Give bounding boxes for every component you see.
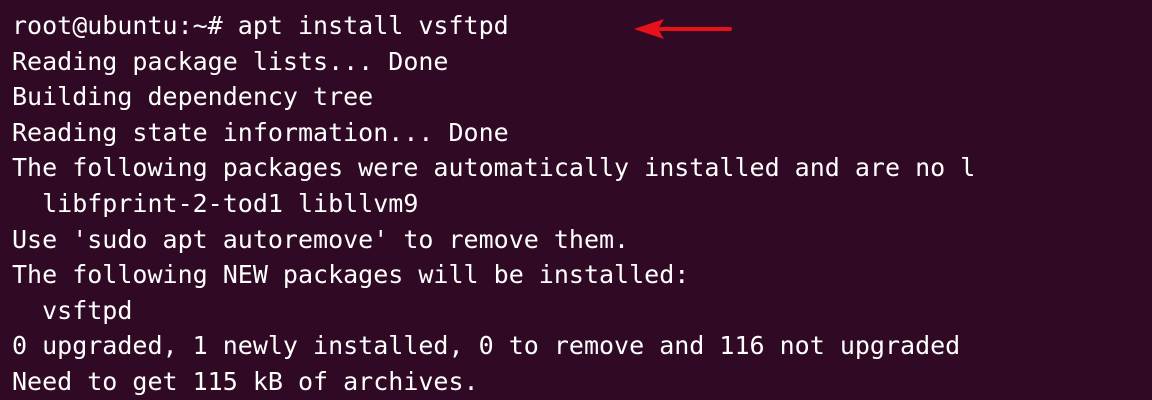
terminal-output: root@ubuntu:~# apt install vsftpd Readin… (12, 8, 1152, 400)
terminal-line: Reading state information... Done (12, 117, 509, 147)
terminal-line: Building dependency tree (12, 82, 374, 112)
terminal-line: Use 'sudo apt autoremove' to remove them… (12, 224, 630, 254)
terminal-line: Need to get 115 kB of archives. (12, 366, 479, 396)
red-left-arrow-icon (634, 19, 732, 39)
terminal-line: Reading package lists... Done (12, 46, 449, 76)
terminal-line: The following packages were automaticall… (12, 153, 976, 183)
terminal-line-command: root@ubuntu:~# apt install vsftpd (12, 11, 509, 40)
terminal-window[interactable]: root@ubuntu:~# apt install vsftpd Readin… (0, 0, 1152, 400)
terminal-line: libfprint-2-tod1 libllvm9 (12, 188, 419, 218)
terminal-line: The following NEW packages will be insta… (12, 260, 690, 290)
terminal-line: vsftpd (12, 295, 133, 325)
terminal-line: 0 upgraded, 1 newly installed, 0 to remo… (12, 331, 961, 361)
